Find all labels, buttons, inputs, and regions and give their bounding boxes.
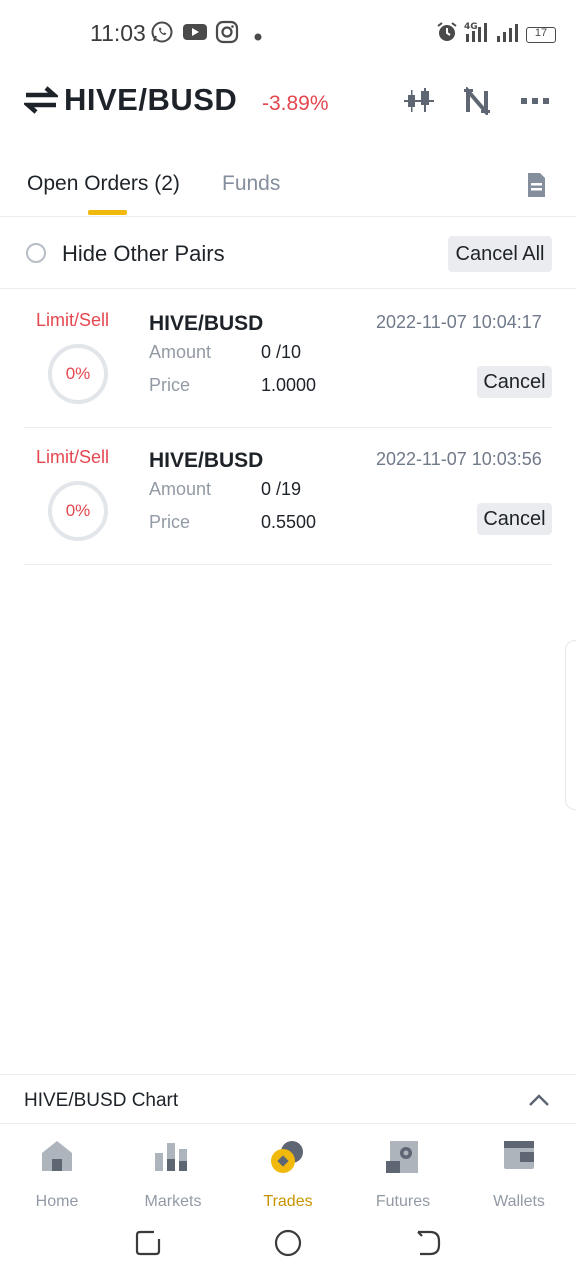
system-nav: [0, 1205, 576, 1280]
fill-progress-ring: 0%: [48, 481, 108, 541]
whatsapp-icon: [150, 20, 174, 49]
nav-home[interactable]: Home: [7, 1135, 107, 1210]
amount-label: Amount: [149, 342, 212, 362]
price-value: 0.5500: [261, 512, 317, 532]
price-label: Price: [149, 375, 191, 395]
amount-value: 0 /10: [261, 342, 302, 362]
indicator-icon[interactable]: [460, 86, 494, 116]
status-right: 4G 17: [436, 20, 556, 49]
home-icon: [40, 1139, 74, 1178]
price-label: Price: [149, 512, 191, 532]
orders-tabs: Open Orders (2) Funds: [0, 160, 576, 217]
home-circle-icon[interactable]: [274, 1229, 302, 1262]
order-time: 2022-11-07 10:04:17: [376, 312, 542, 332]
order-pair: HIVE/BUSD: [149, 449, 264, 472]
trades-icon: [270, 1139, 306, 1180]
order-type: Limit/Sell: [36, 310, 110, 330]
pair-title[interactable]: HIVE/BUSD: [64, 82, 237, 118]
svg-text:4G: 4G: [464, 22, 478, 32]
nav-futures[interactable]: Futures: [353, 1135, 453, 1210]
active-tab-indicator: [88, 210, 127, 215]
fill-percent: 0%: [65, 364, 91, 383]
futures-icon: [386, 1139, 420, 1180]
dot-icon: [254, 28, 262, 46]
divider: [24, 564, 552, 565]
recents-icon[interactable]: [134, 1229, 162, 1262]
status-time: 11:03: [90, 20, 146, 46]
markets-icon: [155, 1139, 191, 1178]
side-panel-handle[interactable]: [565, 640, 576, 810]
order-type: Limit/Sell: [36, 447, 110, 467]
candlestick-icon[interactable]: [402, 86, 436, 116]
back-icon[interactable]: [414, 1229, 442, 1262]
cancel-all-button[interactable]: Cancel All: [448, 236, 552, 272]
chart-bar-label: HIVE/BUSD Chart: [24, 1090, 179, 1111]
tab-funds[interactable]: Funds: [222, 172, 280, 196]
chart-bar[interactable]: HIVE/BUSD Chart: [0, 1074, 576, 1124]
order-row: Limit/Sell 0% HIVE/BUSD 2022-11-07 10:03…: [0, 427, 576, 565]
fill-percent: 0%: [65, 501, 91, 520]
filter-row: Hide Other Pairs Cancel All: [0, 218, 576, 289]
youtube-icon: [182, 20, 208, 49]
signal-icon: [496, 20, 520, 49]
amount-value: 0 /19: [261, 479, 302, 499]
instagram-icon: [215, 20, 239, 49]
pair-header: HIVE/BUSD -3.89%: [0, 72, 576, 130]
bottom-nav: Home Markets Trades Futures Wallets: [0, 1125, 576, 1210]
swap-arrows-icon[interactable]: [22, 86, 60, 119]
alarm-icon: [436, 21, 458, 48]
more-icon[interactable]: [518, 86, 552, 116]
hide-other-pairs-radio[interactable]: [26, 243, 46, 263]
order-time: 2022-11-07 10:03:56: [376, 449, 542, 469]
order-history-icon[interactable]: [526, 172, 546, 203]
signal-4g-icon: 4G: [464, 20, 490, 49]
cancel-order-button[interactable]: Cancel: [477, 366, 552, 398]
nav-markets[interactable]: Markets: [123, 1135, 223, 1210]
chevron-up-icon[interactable]: [528, 1093, 550, 1112]
tab-open-orders[interactable]: Open Orders (2): [27, 172, 180, 196]
cancel-order-button[interactable]: Cancel: [477, 503, 552, 535]
amount-label: Amount: [149, 479, 212, 499]
order-pair: HIVE/BUSD: [149, 312, 264, 335]
battery-icon: 17: [526, 26, 556, 43]
status-bar: 11:03 4G 17: [0, 0, 576, 64]
wallet-icon: [502, 1139, 536, 1176]
fill-progress-ring: 0%: [48, 344, 108, 404]
battery-level: 17: [534, 26, 548, 39]
nav-trades[interactable]: Trades: [238, 1135, 338, 1210]
order-row: Limit/Sell 0% HIVE/BUSD 2022-11-07 10:04…: [0, 290, 576, 428]
price-change: -3.89%: [262, 92, 329, 115]
hide-other-pairs-label[interactable]: Hide Other Pairs: [62, 241, 225, 267]
nav-wallets[interactable]: Wallets: [469, 1135, 569, 1210]
price-value: 1.0000: [261, 375, 317, 395]
